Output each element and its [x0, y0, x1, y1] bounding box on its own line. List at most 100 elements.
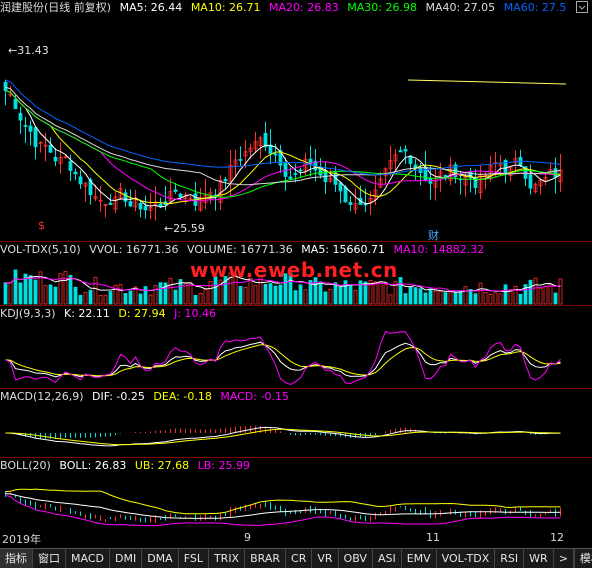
tab-dmi[interactable]: DMI — [110, 549, 143, 568]
candle — [238, 159, 243, 161]
volume-bar — [468, 289, 473, 305]
tab-fsl[interactable]: FSL — [179, 549, 209, 568]
tab-rsi[interactable]: RSI — [495, 549, 525, 568]
volume-bar — [83, 291, 88, 305]
volume-bar — [18, 282, 23, 305]
volume-bar — [513, 285, 518, 305]
tab-indicator[interactable]: 指标 — [0, 549, 33, 568]
volume-bar — [528, 279, 533, 305]
volume-bar — [123, 293, 128, 305]
kdj-chart[interactable] — [0, 306, 592, 388]
volume-bar — [98, 295, 103, 305]
tab-dma[interactable]: DMA — [142, 549, 179, 568]
candle — [443, 175, 448, 178]
tab-trix[interactable]: TRIX — [209, 549, 246, 568]
volume-bar — [53, 286, 58, 305]
volume-bar — [63, 271, 68, 305]
volume-bar — [88, 289, 93, 305]
candle — [73, 171, 78, 175]
tab-window[interactable]: 窗口 — [33, 549, 66, 568]
tab-wr[interactable]: WR — [524, 549, 554, 568]
volume-bar — [398, 277, 403, 305]
kdj-d-line — [5, 344, 561, 377]
volume-bar — [488, 293, 493, 305]
volume-bar — [478, 282, 483, 305]
volume-bar — [73, 286, 78, 305]
volume-bar — [413, 287, 418, 305]
long-ma-segment — [407, 79, 567, 85]
tab-brar[interactable]: BRAR — [245, 549, 287, 568]
boll-panel[interactable]: BOLL(20) BOLL: 26.83 UB: 27.68 LB: 25.99 — [0, 458, 592, 530]
volume-bar — [493, 292, 498, 305]
tab-macd[interactable]: MACD — [66, 549, 110, 568]
volume-bar — [248, 277, 253, 305]
candle — [138, 203, 143, 210]
volume-bar — [68, 274, 73, 305]
volume-bar — [383, 284, 388, 305]
ma60-line — [5, 79, 561, 176]
volume-bar — [243, 287, 248, 305]
macd-chart[interactable] — [0, 389, 592, 457]
volume-bar — [298, 284, 303, 305]
template-button[interactable]: 模板 — [573, 549, 592, 568]
volume-bar — [28, 275, 33, 305]
finance-marker: 财 — [428, 228, 439, 241]
volume-bar — [548, 283, 553, 305]
tab-vol-tdx[interactable]: VOL-TDX — [437, 549, 496, 568]
volume-bar — [93, 276, 98, 305]
candle — [403, 148, 408, 152]
volume-bar — [193, 294, 198, 305]
volume-bar — [188, 282, 193, 305]
tab-obv[interactable]: OBV — [339, 549, 373, 568]
tab-more-button[interactable]: > — [554, 549, 574, 568]
volume-bar — [533, 277, 538, 305]
candle — [123, 192, 128, 202]
tab-asi[interactable]: ASI — [373, 549, 402, 568]
price-chart[interactable]: ←31.43 ←25.59 $ 财 — [0, 0, 592, 241]
volume-bar — [453, 292, 458, 305]
volume-bar — [518, 293, 523, 305]
candle — [108, 202, 113, 205]
volume-bar — [148, 294, 153, 305]
macd-panel[interactable]: MACD(12,26,9) DIF: -0.25 DEA: -0.18 MACD… — [0, 389, 592, 457]
volume-bar — [3, 282, 8, 305]
volume-bar — [338, 285, 343, 305]
volume-bar — [318, 281, 323, 305]
price-panel[interactable]: 润建股份(日线 前复权) MA5: 26.44 MA10: 26.71 MA20… — [0, 0, 592, 241]
tab-emv[interactable]: EMV — [402, 549, 437, 568]
candle — [23, 124, 28, 127]
candle — [53, 156, 58, 162]
candle — [143, 205, 148, 211]
candle — [288, 176, 293, 180]
volume-bar — [558, 278, 563, 305]
volume-bar — [498, 293, 503, 305]
x-axis-label: 12 — [550, 531, 564, 544]
volume-bar — [503, 284, 508, 305]
watermark: www.eweb.net.cn — [190, 258, 398, 282]
volume-bar — [378, 282, 383, 305]
volume-bar — [158, 282, 163, 305]
x-axis-label: 9 — [244, 531, 251, 544]
volume-bar — [118, 284, 123, 305]
volume-bar — [208, 281, 213, 305]
low-price-label: ←25.59 — [164, 222, 205, 235]
tab-cr[interactable]: CR — [286, 549, 313, 568]
tab-vr[interactable]: VR — [312, 549, 339, 568]
candle — [173, 189, 178, 192]
volume-bar — [108, 291, 113, 305]
volume-bar — [203, 289, 208, 305]
volume-bar — [438, 290, 443, 305]
volume-bar — [43, 285, 48, 305]
boll-chart[interactable] — [0, 458, 592, 530]
candle — [553, 168, 558, 178]
volume-bar — [8, 282, 13, 305]
volume-bar — [408, 286, 413, 305]
candle — [528, 174, 533, 189]
candle — [398, 150, 403, 153]
volume-bar — [553, 292, 558, 305]
volume-bar — [448, 292, 453, 305]
kdj-panel[interactable]: KDJ(9,3,3) K: 22.11 D: 27.94 J: 10.46 — [0, 306, 592, 388]
high-price-label: ←31.43 — [8, 44, 49, 57]
candle — [3, 81, 8, 92]
volume-bar — [13, 269, 18, 305]
